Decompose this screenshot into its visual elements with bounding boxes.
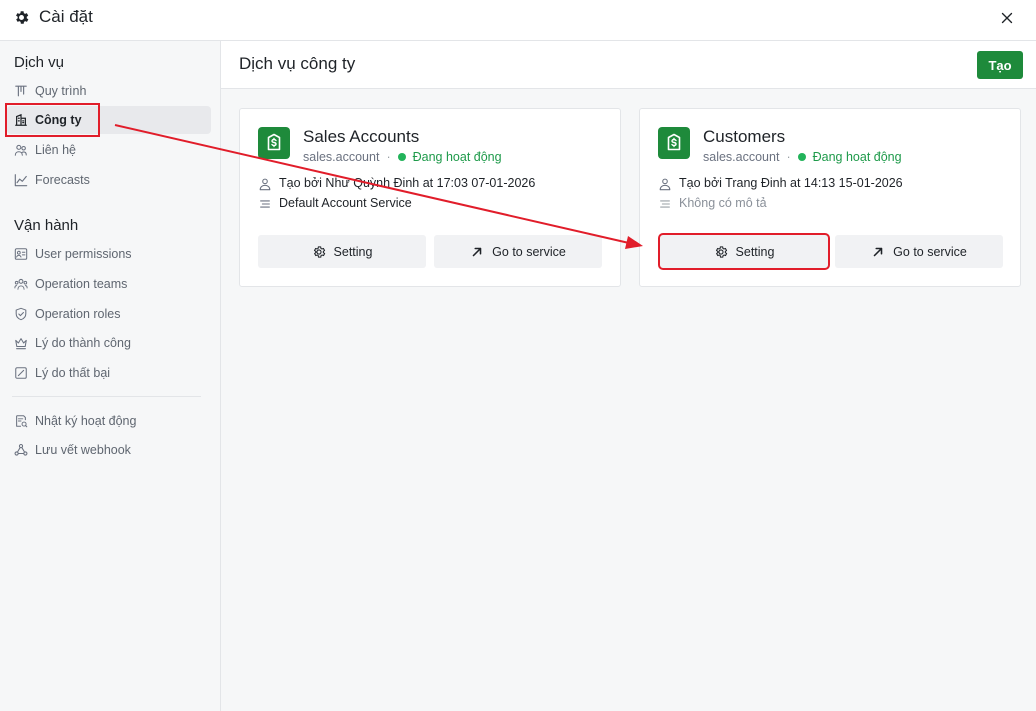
sidebar-item-label: Operation teams <box>35 277 128 291</box>
sidebar-item-label: Operation roles <box>35 307 121 321</box>
service-card: Sales Accounts sales.account · Đang hoạt… <box>239 108 621 287</box>
status-badge: Đang hoạt động <box>812 150 902 164</box>
sidebar-divider <box>12 396 201 397</box>
sidebar-item-activity-log[interactable]: Nhật ký hoạt động <box>7 407 211 435</box>
create-button[interactable]: Tạo <box>977 51 1023 79</box>
sidebar-item-label: Lưu vết webhook <box>35 443 131 457</box>
setting-button-label: Setting <box>735 244 775 259</box>
gear-icon <box>313 245 325 258</box>
created-by-text: Tạo bởi Như Quỳnh Đinh at 17:03 07-01-20… <box>279 176 536 190</box>
service-meta: sales.account · Đang hoạt động <box>303 150 502 164</box>
team-icon <box>14 278 28 290</box>
webhook-icon <box>14 443 28 456</box>
sidebar-item-failure-reasons[interactable]: Lý do thất bại <box>7 359 211 387</box>
status-dot <box>797 153 806 161</box>
description-text: Default Account Service <box>279 196 412 210</box>
title-bar: Cài đặt <box>0 0 1036 41</box>
service-meta: sales.account · Đang hoạt động <box>703 150 902 164</box>
sidebar-item-webhook-log[interactable]: Lưu vết webhook <box>7 436 211 464</box>
sidebar-item-label: Lý do thành công <box>35 336 131 350</box>
user-icon <box>659 178 671 191</box>
gear-icon <box>715 245 727 258</box>
service-name: Customers <box>703 127 786 146</box>
sidebar-item-label: Quy trình <box>35 84 87 98</box>
sidebar-item-contacts[interactable]: Liên hệ <box>7 136 211 164</box>
section-title-services: Dịch vụ <box>14 54 65 71</box>
go-to-service-button[interactable]: Go to service <box>835 235 1003 268</box>
sidebar: Dịch vụ Quy trình Công ty Liên hệ Foreca… <box>0 41 221 711</box>
shield-icon <box>15 307 27 321</box>
text-lines-icon <box>660 200 670 208</box>
sidebar-item-success-reasons[interactable]: Lý do thành công <box>7 329 211 357</box>
user-icon <box>259 178 271 191</box>
sidebar-item-forecasts[interactable]: Forecasts <box>7 166 211 194</box>
sidebar-item-label: Nhật ký hoạt động <box>35 414 137 428</box>
created-by-text: Tạo bởi Trang Đinh at 14:13 15-01-2026 <box>679 176 903 190</box>
arrow-up-right-icon <box>472 247 482 256</box>
close-icon[interactable] <box>998 9 1016 27</box>
chart-line-icon <box>14 174 28 187</box>
service-logo <box>258 127 290 159</box>
user-permission-icon <box>14 248 28 260</box>
window-title: Cài đặt <box>39 7 93 26</box>
meta-separator: · <box>386 150 391 164</box>
dollar-bag-icon <box>267 133 281 151</box>
service-name: Sales Accounts <box>303 127 420 146</box>
setting-button-label: Setting <box>333 244 373 259</box>
page-header: Dịch vụ công ty Tạo <box>221 41 1036 89</box>
log-icon <box>16 415 28 428</box>
gear-icon <box>16 11 29 24</box>
service-logo <box>658 127 690 159</box>
description-text: Không có mô tả <box>679 196 767 210</box>
page-title: Dịch vụ công ty <box>239 54 356 73</box>
go-to-service-label: Go to service <box>893 244 967 259</box>
crown-icon <box>15 338 27 350</box>
slash-box-icon <box>15 367 27 379</box>
setting-button[interactable]: Setting <box>258 235 426 268</box>
go-to-service-button[interactable]: Go to service <box>434 235 602 268</box>
sidebar-item-label: Lý do thất bại <box>35 366 111 380</box>
meta-separator: · <box>786 150 791 164</box>
service-code: sales.account <box>303 150 380 164</box>
sidebar-item-label: User permissions <box>35 247 132 261</box>
sidebar-item-label: Liên hệ <box>35 143 77 157</box>
workflow-icon <box>15 85 27 97</box>
section-title-operations: Vận hành <box>14 217 79 234</box>
sidebar-item-user-permissions[interactable]: User permissions <box>7 240 211 268</box>
text-lines-icon <box>260 200 270 208</box>
arrow-up-right-icon <box>873 247 883 256</box>
service-code: sales.account <box>703 150 780 164</box>
sidebar-item-label: Forecasts <box>35 173 90 187</box>
dollar-bag-icon <box>667 133 681 151</box>
annotation-box <box>5 103 100 137</box>
setting-button[interactable]: Setting <box>658 233 830 270</box>
sidebar-item-operation-roles[interactable]: Operation roles <box>7 300 211 328</box>
sidebar-item-workflow[interactable]: Quy trình <box>7 77 211 105</box>
service-card: Customers sales.account · Đang hoạt động… <box>639 108 1021 287</box>
go-to-service-label: Go to service <box>492 244 566 259</box>
status-dot <box>397 153 406 161</box>
contacts-icon <box>14 144 27 156</box>
sidebar-item-operation-teams[interactable]: Operation teams <box>7 270 211 298</box>
status-badge: Đang hoạt động <box>412 150 502 164</box>
